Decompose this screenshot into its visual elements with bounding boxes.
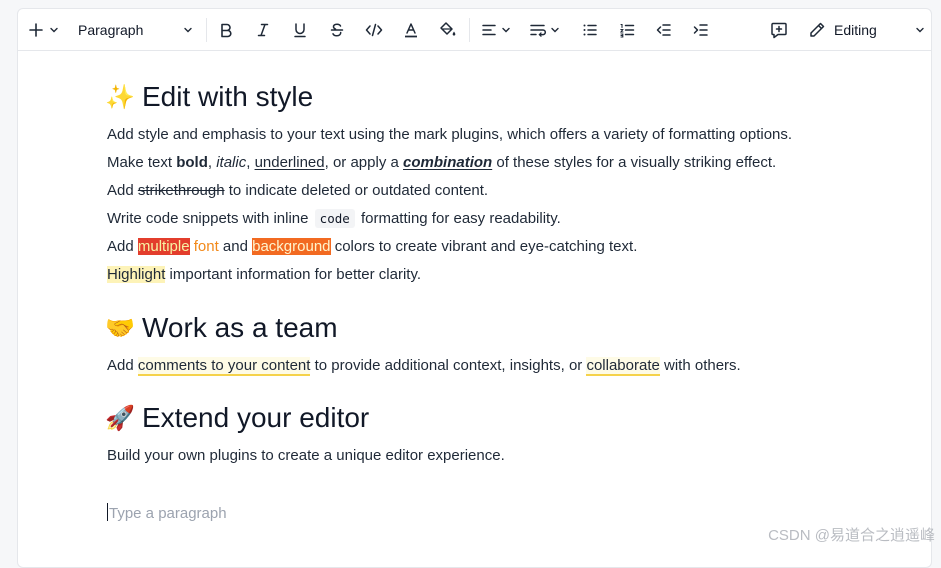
bold-button[interactable] (214, 16, 238, 44)
plus-icon (29, 23, 43, 37)
text: and (222, 238, 248, 255)
bulleted-list-button[interactable] (578, 16, 602, 44)
editor-frame: Paragraph Editing ✨ Edit with style Add … (17, 8, 932, 568)
underline-icon (294, 23, 306, 38)
chevron-down-icon (50, 27, 58, 33)
heading-text: Extend your editor (142, 402, 370, 433)
red-background-text: multiple (137, 238, 190, 255)
toolbar-divider (206, 18, 207, 42)
comment-add-icon (771, 22, 787, 39)
heading-extend-your-editor: 🚀 Extend your editor (105, 402, 370, 434)
combination-text: combination (403, 154, 493, 171)
text: Write code snippets with inline (107, 210, 313, 227)
placeholder-text: Type a paragraph (109, 505, 227, 522)
add-comment-button[interactable] (767, 16, 791, 44)
bold-text: bold (176, 154, 208, 171)
toolbar: Paragraph Editing (18, 9, 931, 51)
strikethrough-icon (330, 23, 344, 37)
block-type-dropdown[interactable]: Paragraph (72, 16, 200, 44)
text: Add (107, 357, 138, 374)
text: to provide additional context, insights,… (310, 357, 587, 374)
inline-code: code (314, 209, 355, 228)
text: , or apply a (324, 154, 404, 171)
text: Make text (107, 154, 177, 171)
chevron-down-icon (551, 27, 559, 33)
align-dropdown[interactable] (478, 16, 514, 44)
sparkles-icon: ✨ (105, 83, 135, 111)
font-color-icon (405, 23, 417, 38)
commented-text[interactable]: collaborate (586, 357, 660, 376)
bold-icon (221, 23, 232, 38)
font-color-button[interactable] (399, 16, 423, 44)
text: formatting for easy readability. (356, 210, 561, 227)
indent-button[interactable] (689, 16, 713, 44)
heading-edit-with-style: ✨ Edit with style (105, 81, 314, 113)
chevron-down-icon (184, 27, 192, 33)
paragraph: Make text bold, italic, underlined, or a… (107, 154, 776, 171)
text-caret (107, 503, 108, 521)
line-height-icon (530, 24, 547, 37)
strikethrough-button[interactable] (325, 16, 349, 44)
text: , (246, 154, 255, 171)
paragraph: Build your own plugins to create a uniqu… (107, 447, 505, 464)
mode-dropdown[interactable]: Editing (804, 16, 928, 44)
block-type-label: Paragraph (78, 22, 144, 38)
toolbar-divider (469, 18, 470, 42)
insert-button[interactable] (26, 16, 62, 44)
strikethrough-text: strikethrough (137, 182, 225, 199)
paint-bucket-icon (440, 22, 456, 36)
italic-text: italic (216, 154, 247, 171)
paragraph: Add style and emphasis to your text usin… (107, 126, 793, 143)
text: with others. (659, 357, 741, 374)
pencil-icon (810, 22, 825, 37)
outdent-button[interactable] (652, 16, 676, 44)
text: Add (107, 182, 138, 199)
text: to indicate deleted or outdated content. (224, 182, 489, 199)
code-icon (365, 23, 383, 37)
rocket-icon: 🚀 (105, 404, 135, 432)
watermark: CSDN @易道合之逍遥峰 (768, 527, 935, 544)
paragraph: Add comments to your content to provide … (107, 357, 741, 376)
heading-text: Work as a team (142, 312, 338, 343)
heading-work-as-a-team: 🤝 Work as a team (105, 312, 338, 344)
underline-button[interactable] (288, 16, 312, 44)
chevron-down-icon (501, 27, 510, 33)
paragraph: Add strikethrough to indicate deleted or… (107, 182, 488, 199)
text: Add (107, 238, 138, 255)
code-button[interactable] (362, 16, 386, 44)
commented-text[interactable]: comments to your content (137, 357, 311, 376)
paragraph: Add multiple font and background colors … (107, 238, 637, 255)
mode-label: Editing (834, 22, 877, 38)
orange-background-text: background (252, 238, 331, 255)
empty-paragraph[interactable]: Type a paragraph (107, 503, 227, 522)
text: of these styles for a visually striking … (492, 154, 777, 171)
underlined-text: underlined (254, 154, 325, 171)
text: colors to create vibrant and eye-catchin… (330, 238, 638, 255)
numbered-list-button[interactable] (615, 16, 639, 44)
highlighted-text: Highlight (107, 266, 166, 283)
heading-text: Edit with style (142, 81, 314, 112)
paragraph: Highlight important information for bett… (107, 266, 421, 283)
numbered-list-icon (619, 23, 635, 38)
align-icon (481, 24, 496, 36)
text: , (207, 154, 217, 171)
orange-font-text: font (193, 238, 219, 255)
line-height-dropdown[interactable] (526, 16, 564, 44)
bulleted-list-icon (583, 24, 597, 36)
outdent-icon (656, 24, 671, 36)
chevron-down-icon (916, 27, 924, 33)
indent-icon (693, 24, 708, 36)
background-color-button[interactable] (436, 16, 460, 44)
handshake-icon: 🤝 (105, 314, 135, 342)
italic-button[interactable] (251, 16, 275, 44)
paragraph: Write code snippets with inline code for… (107, 209, 561, 228)
italic-icon (257, 23, 269, 37)
text: important information for better clarity… (165, 266, 422, 283)
